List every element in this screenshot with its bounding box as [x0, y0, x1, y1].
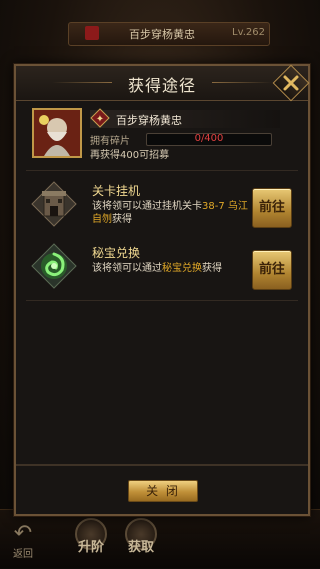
svg-text:✦: ✦	[96, 114, 104, 125]
obtain-button[interactable]: 获取	[118, 518, 164, 560]
source-description: 该将领可以通过挂机关卡38-7 乌江自刎获得	[92, 200, 248, 226]
source-desc-highlight: 秘宝兑换	[162, 263, 202, 274]
go-button-treasure[interactable]: 前往	[252, 250, 292, 290]
title-ornament-right	[212, 82, 272, 83]
upgrade-button[interactable]: 升阶	[68, 518, 114, 560]
background-hero-name: 百步穿杨黄忠	[129, 28, 195, 41]
hero-name: 百步穿杨黄忠	[116, 114, 182, 127]
go-button-stage[interactable]: 前往	[252, 188, 292, 228]
background-hero-bar: 百步穿杨黄忠 Lv.262	[68, 22, 270, 46]
back-label: 返回	[13, 549, 33, 560]
stage-tower-icon	[30, 180, 78, 228]
source-item-treasure: 秘宝兑换 该将领可以通过秘宝兑换获得 前往	[26, 238, 298, 298]
faction-flag-icon	[85, 26, 99, 40]
back-button[interactable]: ↶ 返回	[6, 521, 40, 561]
source-desc-suffix: 获得	[112, 214, 132, 225]
divider	[26, 170, 298, 171]
hero-portrait[interactable]	[32, 108, 82, 158]
faction-badge-icon: ✦	[90, 108, 110, 128]
source-name: 关卡挂机	[92, 184, 141, 198]
source-desc-suffix: 获得	[202, 263, 222, 274]
fragments-progress-bar: 0/400	[146, 133, 272, 146]
source-desc-prefix: 该将领可以通过	[92, 263, 162, 274]
source-name: 秘宝兑换	[92, 246, 141, 260]
source-item-stage-idle: 关卡挂机 该将领可以通过挂机关卡38-7 乌江自刎获得 前往	[26, 176, 298, 236]
obtain-label: 获取	[127, 540, 154, 555]
recruit-hint: 再获得400可招募	[90, 150, 170, 161]
source-description: 该将领可以通过秘宝兑换获得	[92, 262, 248, 275]
dialog-header: 获得途径	[16, 66, 308, 101]
fragments-count: 0/400	[194, 133, 224, 144]
background-hero-level: Lv.262	[232, 27, 265, 38]
background-bottom-bar: ↶ 返回 升阶 获取	[0, 509, 320, 568]
obtain-source-dialog: 获得途径 ✦ 百步穿杨黄忠 拥有碎片 0/400 再获得400可招募 关卡挂机 …	[14, 64, 310, 516]
fragments-label: 拥有碎片	[90, 136, 130, 147]
green-swirl-treasure-icon	[30, 242, 78, 290]
footer-divider	[16, 464, 308, 466]
back-arrow-icon: ↶	[13, 521, 33, 546]
hero-card: ✦ 百步穿杨黄忠 拥有碎片 0/400 再获得400可招募	[32, 108, 290, 164]
close-button[interactable]: 关 闭	[128, 480, 198, 502]
source-desc-prefix: 该将领可以通过挂机关卡	[92, 201, 202, 212]
upgrade-label: 升阶	[77, 540, 104, 555]
divider	[26, 300, 298, 301]
dialog-title: 获得途径	[127, 76, 196, 95]
